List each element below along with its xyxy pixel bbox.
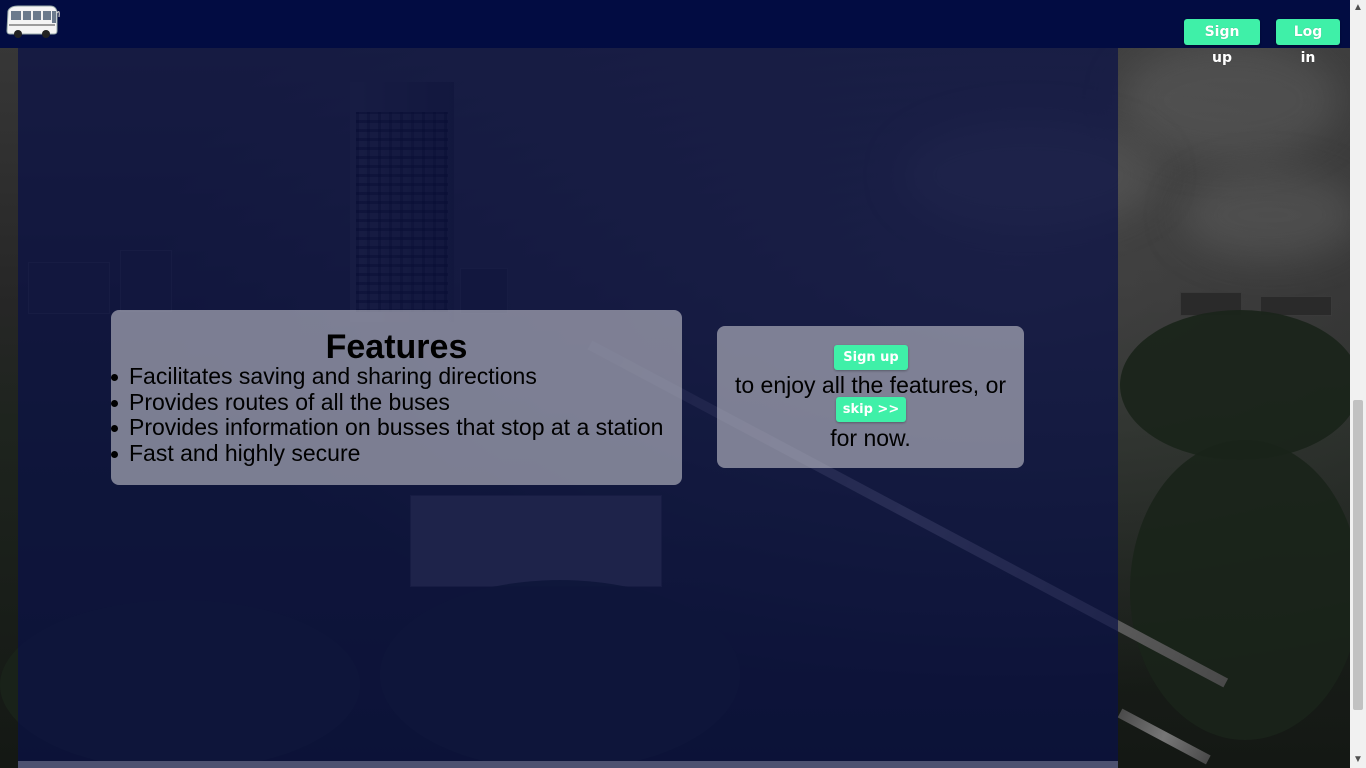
signup-button[interactable]: Sign up [1184, 19, 1260, 66]
list-item: Facilitates saving and sharing direction… [110, 363, 663, 390]
chevron-up-icon[interactable]: ▲ [1350, 0, 1366, 16]
list-item: Provides routes of all the buses [110, 389, 663, 416]
card-signup-button[interactable]: Sign up [834, 345, 908, 370]
features-list: Facilitates saving and sharing direction… [110, 363, 664, 467]
list-item: Fast and highly secure [110, 440, 663, 467]
chevron-down-icon[interactable]: ▼ [1350, 752, 1366, 768]
skip-button[interactable]: skip >> [836, 397, 906, 422]
prompt-text: to enjoy all the features, or [734, 372, 1007, 398]
footer-strip [18, 761, 1118, 768]
prompt-text-end: for now. [830, 425, 911, 451]
login-button[interactable]: Log in [1276, 19, 1340, 66]
bus-icon[interactable] [4, 3, 60, 39]
signup-prompt-card: Sign up to enjoy all the features, or sk… [717, 326, 1024, 468]
list-item: Provides information on busses that stop… [110, 414, 664, 440]
features-title: Features [325, 328, 468, 366]
vertical-scrollbar[interactable]: ▲ ▼ [1350, 0, 1366, 768]
top-navbar: Sign up Log in [0, 0, 1350, 66]
features-card: Features Facilitates saving and sharing … [110, 310, 682, 485]
scroll-thumb[interactable] [1353, 400, 1363, 710]
